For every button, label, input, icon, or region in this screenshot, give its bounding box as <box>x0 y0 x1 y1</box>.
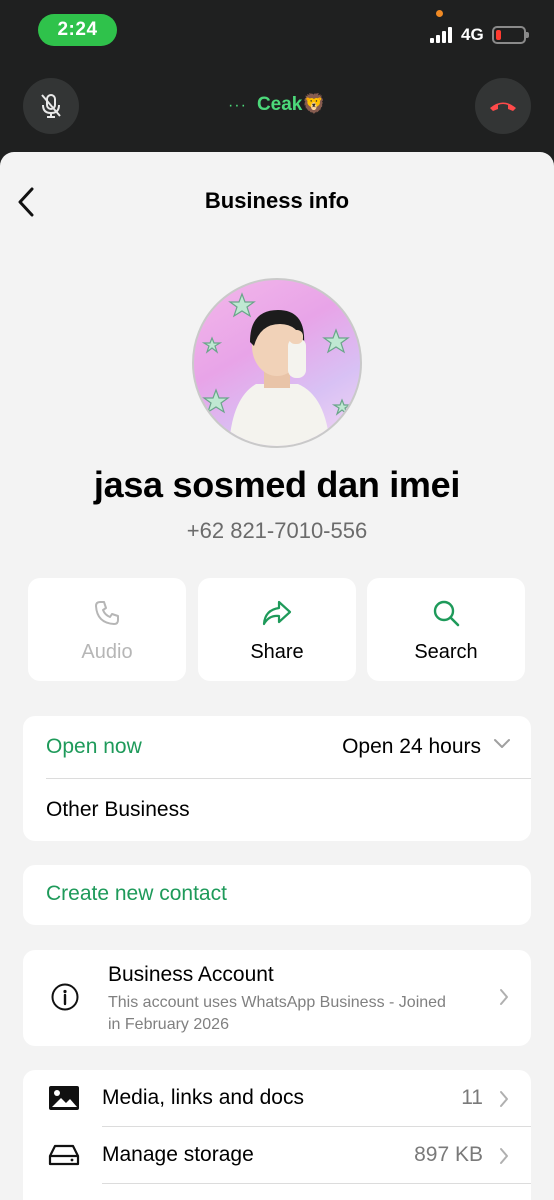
media-storage-card: Media, links and docs 11 Manage storage … <box>23 1070 531 1200</box>
business-info-sheet: Business info jasa sosmed dan imei +62 8… <box>0 152 554 1200</box>
business-hours-card: Open now Open 24 hours Other Business <box>23 716 531 841</box>
category-row: Other Business <box>23 779 531 841</box>
avatar-image <box>201 292 353 446</box>
network-type: 4G <box>461 25 484 44</box>
phone-icon <box>95 601 119 625</box>
create-contact-button[interactable]: Create new contact <box>23 865 531 925</box>
share-button[interactable]: Share <box>198 578 356 681</box>
business-account-description: This account uses WhatsApp Business - Jo… <box>108 994 446 1033</box>
end-call-button[interactable] <box>475 78 531 134</box>
caller-name: Ceak🦁 <box>256 94 327 115</box>
battery-level <box>496 30 502 40</box>
hours-schedule: Open 24 hours <box>342 735 481 758</box>
storage-icon <box>48 1144 80 1166</box>
search-label: Search <box>414 641 478 663</box>
manage-storage-row[interactable]: Manage storage 897 KB <box>23 1127 531 1184</box>
phone-end-icon <box>490 102 516 111</box>
status-bar: 2:24 4G <box>0 0 554 64</box>
chevron-right-icon <box>500 1091 508 1107</box>
avatar[interactable] <box>192 278 362 448</box>
profile-phone: +62 821-7010-556 <box>186 518 368 543</box>
chevron-right-icon <box>500 989 508 1005</box>
share-arrow-icon <box>262 600 292 626</box>
media-count: 11 <box>461 1086 483 1109</box>
hours-row[interactable]: Open now Open 24 hours <box>23 716 531 778</box>
business-account-row[interactable]: Business Account This account uses Whats… <box>23 950 531 1046</box>
storage-size: 897 KB <box>414 1143 483 1166</box>
create-contact-label: Create new contact <box>46 882 227 905</box>
share-label: Share <box>250 641 304 663</box>
chevron-right-icon <box>500 1148 508 1164</box>
search-icon <box>433 600 460 627</box>
media-links-docs-row[interactable]: Media, links and docs 11 <box>23 1070 531 1127</box>
info-icon <box>51 983 79 1011</box>
media-label: Media, links and docs <box>102 1086 304 1109</box>
audio-label: Audio <box>81 641 133 663</box>
business-category: Other Business <box>46 798 190 821</box>
page-title: Business info <box>204 188 350 213</box>
ongoing-call-banner[interactable]: ··· Ceak🦁 <box>0 92 554 116</box>
business-account-title: Business Account <box>108 963 274 986</box>
battery-icon <box>492 26 529 44</box>
search-button[interactable]: Search <box>367 578 525 681</box>
status-time: 2:24 <box>38 14 117 46</box>
next-list-row[interactable] <box>23 1184 531 1200</box>
call-status-dots: ··· <box>227 97 247 114</box>
open-status: Open now <box>46 735 142 758</box>
chevron-down-icon <box>494 739 510 748</box>
storage-label: Manage storage <box>102 1143 254 1166</box>
audio-call-button[interactable]: Audio <box>28 578 186 681</box>
image-icon <box>49 1086 79 1110</box>
signal-icon <box>430 27 454 43</box>
profile-name: jasa sosmed dan imei <box>93 464 461 505</box>
privacy-indicator-dot <box>436 10 443 17</box>
